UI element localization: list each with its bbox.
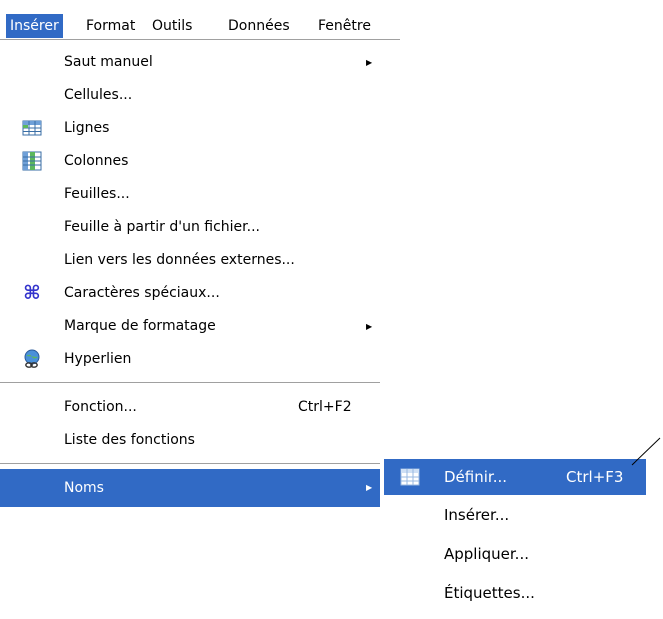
menu-item-sheet-from-file[interactable]: Feuille à partir d'un fichier... xyxy=(0,211,380,244)
menu-item-special-characters[interactable]: ⌘ Caractères spéciaux... xyxy=(0,277,380,310)
menu-item-rows[interactable]: Lignes xyxy=(0,112,380,145)
menu-item-label: Marque de formatage xyxy=(64,318,216,334)
menu-item-label: Caractères spéciaux... xyxy=(64,285,220,301)
menu-item-label: Lien vers les données externes... xyxy=(64,252,295,268)
menu-item-formatting-mark[interactable]: Marque de formatage ▶ xyxy=(0,310,380,343)
submenu-item-label: Appliquer... xyxy=(444,545,529,563)
menu-item-label: Colonnes xyxy=(64,153,129,169)
hyperlink-icon xyxy=(22,349,42,369)
define-names-icon xyxy=(400,468,420,486)
submenu-arrow-icon: ▶ xyxy=(366,322,373,331)
submenu-item-label: Définir... xyxy=(444,468,507,486)
menu-format[interactable]: Format xyxy=(82,14,139,38)
menu-item-hyperlink[interactable]: Hyperlien xyxy=(0,343,380,376)
submenu-arrow-icon: ▶ xyxy=(366,483,373,492)
menu-item-label: Noms xyxy=(64,480,104,496)
menu-item-label: Feuille à partir d'un fichier... xyxy=(64,219,260,235)
menu-tools[interactable]: Outils xyxy=(148,14,196,38)
special-characters-icon: ⌘ xyxy=(23,282,41,304)
submenu-item-shortcut: Ctrl+F3 xyxy=(566,468,624,486)
menu-item-label: Saut manuel xyxy=(64,54,153,70)
menu-data[interactable]: Données xyxy=(224,14,294,38)
insert-rows-icon xyxy=(22,118,42,138)
menu-item-label: Feuilles... xyxy=(64,186,130,202)
menu-item-label: Cellules... xyxy=(64,87,133,103)
submenu-item-label: Étiquettes... xyxy=(444,584,535,602)
menu-item-label: Lignes xyxy=(64,120,110,136)
submenu-item-labels[interactable]: Étiquettes... xyxy=(384,575,646,611)
menu-item-names[interactable]: Noms ▶ xyxy=(0,469,380,507)
menu-item-cells[interactable]: Cellules... xyxy=(0,79,380,112)
insert-columns-icon xyxy=(22,151,42,171)
menu-item-function[interactable]: Fonction... Ctrl+F2 xyxy=(0,391,380,424)
submenu-item-define[interactable]: Définir... Ctrl+F3 xyxy=(384,459,646,495)
menu-separator xyxy=(0,463,380,465)
menu-insert[interactable]: Insérer xyxy=(6,14,63,38)
menu-window[interactable]: Fenêtre xyxy=(314,14,375,38)
menu-item-columns[interactable]: Colonnes xyxy=(0,145,380,178)
menubar: Insérer Format Outils Données Fenêtre xyxy=(0,0,400,40)
menu-item-sheets[interactable]: Feuilles... xyxy=(0,178,380,211)
menu-item-function-list[interactable]: Liste des fonctions xyxy=(0,424,380,457)
menubar-divider xyxy=(0,39,400,40)
menu-item-label: Liste des fonctions xyxy=(64,432,195,448)
menu-item-shortcut: Ctrl+F2 xyxy=(298,399,352,415)
menu-separator xyxy=(0,382,380,384)
submenu-item-label: Insérer... xyxy=(444,506,510,524)
menu-item-label: Fonction... xyxy=(64,399,137,415)
menu-item-link-external-data[interactable]: Lien vers les données externes... xyxy=(0,244,380,277)
submenu-item-apply[interactable]: Appliquer... xyxy=(384,536,646,572)
submenu-item-insert[interactable]: Insérer... xyxy=(384,497,646,533)
menu-item-manual-break[interactable]: Saut manuel ▶ xyxy=(0,46,380,79)
menu-item-label: Hyperlien xyxy=(64,351,132,367)
submenu-arrow-icon: ▶ xyxy=(366,58,373,67)
